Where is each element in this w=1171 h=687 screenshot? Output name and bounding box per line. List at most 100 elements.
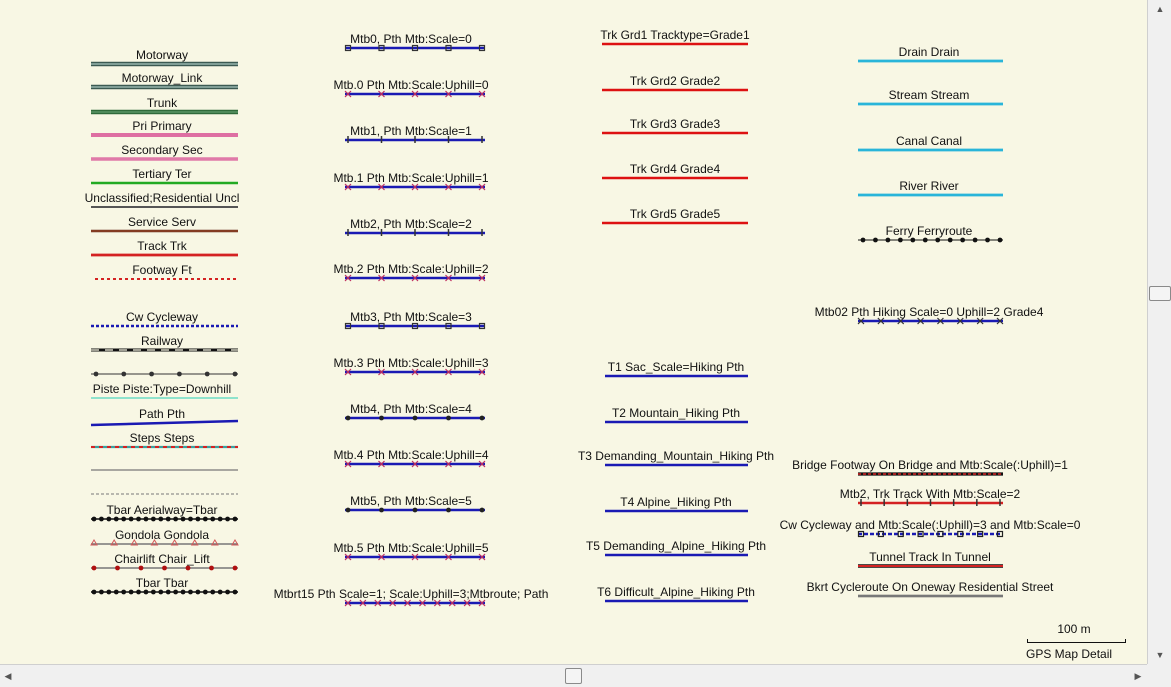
legend-entry-mtb-scale-1: Mtb.0 Pth Mtb:Scale:Uphill=0 [333,78,489,98]
scroll-right-arrow-icon[interactable]: ▶ [1132,669,1144,683]
map-detail-caption: GPS Map Detail [1026,647,1113,661]
scroll-left-arrow-icon[interactable]: ◀ [2,669,14,683]
legend-label: Tbar Aerialway=Tbar [106,503,217,517]
legend-entry-special-1: Mtb2, Trk Track With Mtb:Scale=2 [840,487,1021,506]
legend-label: Chairlift Chair_Lift [114,552,210,566]
legend-label: Path Pth [139,407,185,421]
legend-label: Mtb.1 Pth Mtb:Scale:Uphill=1 [333,171,488,185]
legend-entry-waterways-5: Mtb02 Pth Hiking Scale=0 Uphill=2 Grade4 [815,305,1044,325]
legend-entry-waterways-1: Stream Stream [858,88,1003,106]
legend-label: Motorway_Link [122,71,204,85]
legend-entry-road-types-13: Piste Piste:Type=Downhill [91,382,238,399]
legend-line-symbol [858,237,1003,243]
legend-entry-track-grades-2: Trk Grd3 Grade3 [602,117,748,135]
legend-line-symbol [91,589,238,595]
legend-label: Footway Ft [132,263,192,277]
legend-entry-sac-scale-4: T5 Demanding_Alpine_Hiking Pth [586,539,766,557]
legend-entry-waterways-4: Ferry Ferryroute [858,224,1003,243]
legend-label: Trk Grd5 Grade5 [630,207,721,221]
legend-entry-sac-scale-5: T6 Difficult_Alpine_Hiking Pth [597,585,755,603]
legend-entry-road-types-4: Secondary Sec [91,143,238,161]
legend-entry-mtb-scale-0: Mtb0, Pth Mtb:Scale=0 [344,32,486,52]
legend-label: Bridge Footway On Bridge and Mtb:Scale(:… [792,458,1068,472]
legend-label: Stream Stream [889,88,970,102]
legend-entry-sac-scale-1: T2 Mountain_Hiking Pth [605,406,748,424]
legend-entry-mtb-scale-7: Mtb.3 Pth Mtb:Scale:Uphill=3 [333,356,489,376]
legend-entry-mtb-scale-11: Mtb.5 Pth Mtb:Scale:Uphill=5 [333,541,489,561]
legend-entry-sac-scale-2: T3 Demanding_Mountain_Hiking Pth [578,449,774,467]
vertical-scroll-thumb[interactable] [1149,286,1171,301]
legend-label: Canal Canal [896,134,962,148]
legend-label: Mtbrt15 Pth Scale=1; Scale:Uphill=3;Mtbr… [274,587,549,601]
legend-label: Mtb4, Pth Mtb:Scale=4 [350,402,472,416]
legend-entry-road-types-14: Path Pth [90,407,239,427]
legend-entry-mtb-scale-6: Mtb3, Pth Mtb:Scale=3 [344,310,486,330]
legend-entry-road-types-11: Railway [91,334,238,352]
legend-line-symbol [344,44,486,52]
legend-entry-mtb-scale-4: Mtb2, Pth Mtb:Scale=2 [345,217,485,236]
legend-label: Trunk [147,96,178,110]
legend-label: Mtb.2 Pth Mtb:Scale:Uphill=2 [333,262,488,276]
horizontal-scrollbar[interactable]: ◀ ▶ [0,664,1147,687]
legend-label: Track Trk [137,239,188,253]
legend-entry-road-types-20: Chairlift Chair_Lift [91,552,238,571]
legend-line-symbol [91,516,238,522]
legend-entry-road-types-2: Trunk [91,96,238,115]
scale-distance-label: 100 m [1057,622,1091,636]
legend-label: Mtb3, Pth Mtb:Scale=3 [350,310,472,324]
scroll-up-arrow-icon[interactable]: ▲ [1153,2,1167,16]
legend-entry-road-types-8: Track Trk [91,239,238,257]
legend-label: T4 Alpine_Hiking Pth [620,495,731,509]
legend-label: Tertiary Ter [132,167,191,181]
legend-label: T6 Difficult_Alpine_Hiking Pth [597,585,755,599]
legend-entry-road-types-9: Footway Ft [95,263,238,280]
legend-entry-road-types-7: Service Serv [91,215,238,233]
legend-entry-road-types-12 [91,371,238,377]
scale-bar: 100 m GPS Map Detail [1024,621,1128,661]
legend-label: Ferry Ferryroute [886,224,973,238]
legend-label: Trk Grd4 Grade4 [630,162,721,176]
scroll-down-arrow-icon[interactable]: ▼ [1153,648,1167,662]
legend-label: Motorway [136,48,188,62]
horizontal-scroll-thumb[interactable] [565,668,582,684]
legend-entry-road-types-18: Tbar Aerialway=Tbar [91,503,238,522]
legend-label: Mtb2, Trk Track With Mtb:Scale=2 [840,487,1021,501]
legend-label: Mtb0, Pth Mtb:Scale=0 [350,32,472,46]
legend-entry-mtb-scale-2: Mtb1, Pth Mtb:Scale=1 [345,124,485,143]
vertical-scrollbar[interactable]: ▲ ▼ [1147,0,1171,664]
legend-entry-road-types-21: Tbar Tbar [91,576,238,595]
legend-label: Piste Piste:Type=Downhill [93,382,231,396]
legend-line-symbol [857,530,1004,538]
legend-entry-road-types-1: Motorway_Link [91,71,238,90]
legend-entry-sac-scale-3: T4 Alpine_Hiking Pth [605,495,748,513]
legend-line-symbol [344,322,486,330]
legend-label: T5 Demanding_Alpine_Hiking Pth [586,539,766,553]
legend-entry-track-grades-4: Trk Grd5 Grade5 [602,207,748,225]
legend-entry-waterways-0: Drain Drain [858,45,1003,63]
map-viewport[interactable]: Motorway Motorway_Link Trunk Pri Primary Sec… [0,0,1147,664]
legend-entry-road-types-15: Steps Steps [91,431,238,449]
legend-label: Tunnel Track In Tunnel [869,550,991,564]
legend-label: Trk Grd3 Grade3 [630,117,721,131]
legend-entry-road-types-3: Pri Primary [91,119,238,137]
legend-label: Secondary Sec [121,143,202,157]
legend-label: Steps Steps [130,431,195,445]
legend-label: Unclassified;Residential Uncl [85,191,240,205]
legend-label: Trk Grd1 Tracktype=Grade1 [600,28,750,42]
legend-entry-waterways-2: Canal Canal [858,134,1003,152]
scale-bar-line [1027,639,1126,643]
legend-line-symbol [91,371,238,377]
legend-line-symbol [345,415,485,421]
legend-label: Mtb.3 Pth Mtb:Scale:Uphill=3 [333,356,488,370]
legend-entry-track-grades-1: Trk Grd2 Grade2 [602,74,748,92]
legend-label: Cw Cycleway and Mtb:Scale(:Uphill)=3 and… [780,518,1081,532]
legend-label: Mtb2, Pth Mtb:Scale=2 [350,217,472,231]
legend-entry-special-4: Bkrt Cycleroute On Oneway Residential St… [807,580,1054,598]
legend-label: Mtb.4 Pth Mtb:Scale:Uphill=4 [333,448,488,462]
legend-entry-track-grades-3: Trk Grd4 Grade4 [602,162,748,180]
legend-label: Pri Primary [132,119,191,133]
legend-label: Service Serv [128,215,196,229]
legend-entry-mtb-scale-10: Mtb5, Pth Mtb:Scale=5 [345,494,485,513]
legend-label: T3 Demanding_Mountain_Hiking Pth [578,449,774,463]
legend-entry-road-types-10: Cw Cycleway [91,310,238,328]
